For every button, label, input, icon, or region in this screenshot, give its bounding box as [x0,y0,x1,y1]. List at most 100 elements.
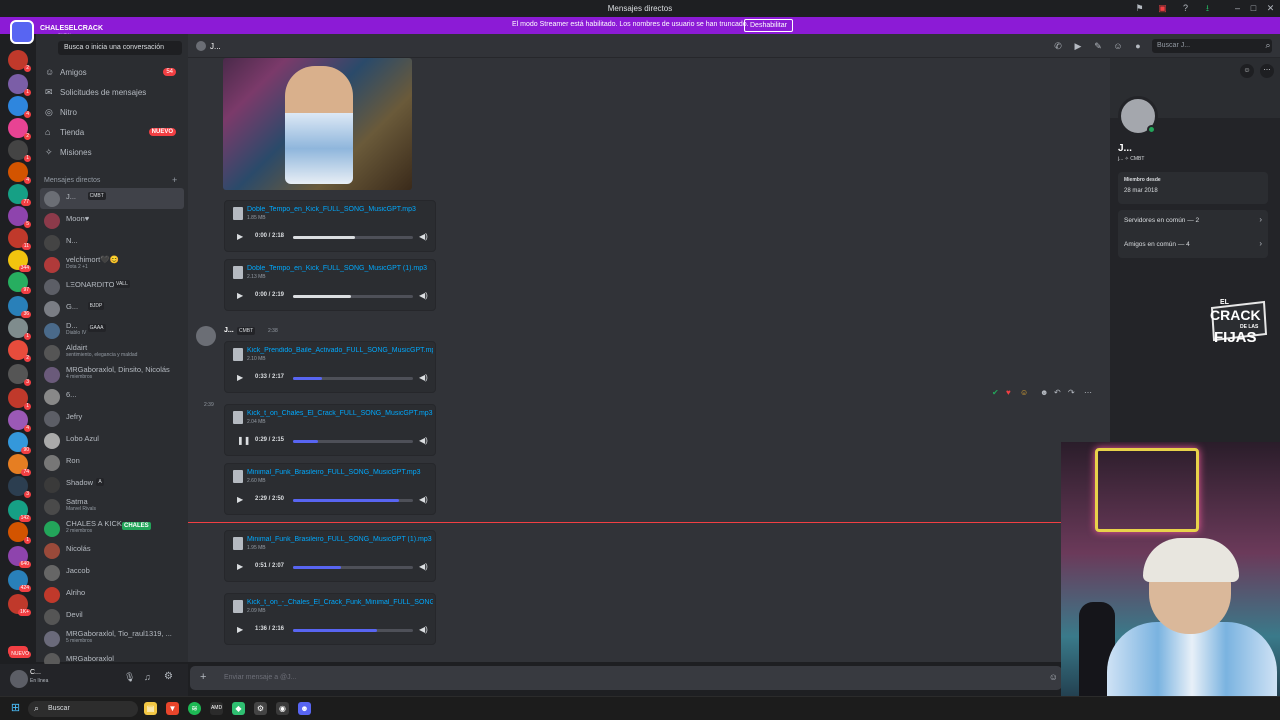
server-icon[interactable]: 1K+ [8,594,31,616]
play-icon[interactable]: ▶ [237,291,243,300]
audio-progress-bar[interactable] [293,236,413,239]
windows-start-icon[interactable]: ⊞ [9,702,22,715]
play-icon[interactable]: ▶ [237,562,243,571]
heart-reaction-icon[interactable]: ♥ [1006,388,1011,397]
add-reaction-icon[interactable]: ☻ [1040,388,1048,397]
microphone-icon[interactable]: 🎙︎ [124,672,135,683]
minimize-icon[interactable]: – [1232,3,1243,14]
create-dm-plus-icon[interactable]: + [172,175,177,185]
play-icon[interactable]: ▶ [237,373,243,382]
volume-icon[interactable]: ◀) [419,232,428,241]
server-icon[interactable]: 640 [8,546,31,568]
file-explorer-icon[interactable]: ▤ [144,702,157,715]
more-options-icon[interactable]: ⋯ [1084,388,1092,397]
nav-shop[interactable]: ⌂ Tienda NUEVO [40,124,184,142]
pinned-messages-icon[interactable]: ✎ [1092,41,1104,52]
server-icon[interactable]: 3 [8,476,31,498]
dm-item[interactable]: Aldairt sentimiento, elegancia y maldad [40,342,184,363]
taskbar-search[interactable]: ⌕ Buscar [28,701,138,717]
add-friend-icon[interactable]: ☺ [1240,64,1254,78]
server-icon[interactable]: 2 [8,340,31,362]
dm-item[interactable]: J... CMBT [40,188,184,209]
volume-icon[interactable]: ◀) [419,495,428,504]
chevron-right-icon[interactable]: › [1259,239,1262,248]
dm-item[interactable]: Ron [40,452,184,473]
chat-search-input[interactable]: Buscar J... [1152,39,1272,53]
check-reaction-icon[interactable]: ✔ [992,388,999,397]
screen-share-icon[interactable]: ▣ [1157,3,1168,14]
audio-progress-bar[interactable] [293,377,413,380]
maximize-icon[interactable]: □ [1248,3,1259,14]
server-icon[interactable]: 11 [8,228,31,250]
audio-file-name[interactable]: Kick_Prendido_Baile_Activado_FULL_SONG_M… [247,347,433,354]
dm-item[interactable]: Shadow A [40,474,184,495]
server-icon[interactable]: 1 [8,522,31,544]
profile-more-icon[interactable]: ⋯ [1260,64,1274,78]
settings-gear-icon[interactable]: ⚙ [164,671,173,682]
add-friends-to-dm-icon[interactable]: ☺ [1112,41,1124,51]
dm-item[interactable]: N... [40,232,184,253]
add-attachment-icon[interactable]: + [200,671,206,683]
server-icon[interactable]: 2 [8,50,31,72]
server-icon[interactable]: 4 [8,96,31,118]
server-icon[interactable]: 344 [8,250,31,272]
server-icon[interactable]: 1 [8,140,31,162]
server-icon[interactable]: 1 [8,74,31,96]
chevron-right-icon[interactable]: › [1259,215,1262,224]
server-icon[interactable]: 3 [8,364,31,386]
audio-file-name[interactable]: Doble_Tempo_en_Kick_FULL_SONG_MusicGPT (… [247,265,433,272]
dm-item[interactable]: Lobo Azul [40,430,184,451]
app-icon[interactable]: ◆ [232,702,245,715]
pause-icon[interactable]: ❚❚ [237,436,250,445]
spotify-icon[interactable]: ≋ [188,702,201,715]
nav-nitro[interactable]: ◎ Nitro [40,104,184,122]
volume-icon[interactable]: ◀) [419,436,428,445]
server-icon[interactable]: 4 [8,162,31,184]
user-avatar[interactable] [10,670,28,688]
dm-item[interactable]: Nicolás [40,540,184,561]
discord-taskbar-icon[interactable]: ☻ [298,702,311,715]
close-icon[interactable]: ✕ [1265,3,1276,14]
mutual-friends[interactable]: Amigos en común — 4 [1124,241,1190,248]
server-icon[interactable]: 36 [8,296,31,318]
audio-progress-bar[interactable] [293,440,413,443]
server-icon[interactable]: 74 [8,454,31,476]
audio-progress-bar[interactable] [293,295,413,298]
nav-message-requests[interactable]: ✉ Solicitudes de mensajes [40,84,184,102]
brave-browser-icon[interactable]: ▼ [166,702,179,715]
audio-progress-bar[interactable] [293,566,413,569]
obs-icon[interactable]: ◉ [276,702,289,715]
message-input[interactable]: + Enviar mensaje a @J... ☺ [190,666,1062,690]
audio-progress-bar[interactable] [293,629,413,632]
message-author-name[interactable]: J... [224,327,234,334]
voice-call-icon[interactable]: ✆ [1052,41,1064,52]
server-icon[interactable]: 97 [8,272,31,294]
play-icon[interactable]: ▶ [237,625,243,634]
server-icon[interactable]: 77 [8,184,31,206]
home-icon[interactable] [10,20,34,44]
dm-item[interactable]: Jaccob [40,562,184,583]
server-icon[interactable]: 2 [8,118,31,140]
conversation-search-input[interactable]: Busca o inicia una conversación [58,41,182,55]
server-icon[interactable]: NUEVO [8,646,31,658]
dm-item[interactable]: Alriho [40,584,184,605]
user-profile-icon[interactable]: ● [1132,41,1144,51]
reply-icon[interactable]: ↶ [1054,388,1061,397]
play-icon[interactable]: ▶ [237,495,243,504]
server-icon[interactable]: 90 [8,432,31,454]
dm-item[interactable]: MRGaboraxlol, Dinsito, Nicolás 4 miembros [40,364,184,385]
audio-file-name[interactable]: Kick_t_on_Chales_El_Crack_FULL_SONG_Musi… [247,410,433,417]
headphones-icon[interactable]: ♫ [144,672,151,682]
volume-icon[interactable]: ◀) [419,373,428,382]
audio-file-name[interactable]: Minimal_Funk_Brasileiro_FULL_SONG_MusicG… [247,469,433,476]
dm-item[interactable]: LΞONARDITO VALL [40,276,184,297]
dm-item[interactable]: velchimort🖤😊 Dota 2 +1 [40,254,184,275]
dm-item[interactable]: G... BJDP [40,298,184,319]
audio-file-name[interactable]: Doble_Tempo_en_Kick_FULL_SONG_MusicGPT.m… [247,206,433,213]
dm-item[interactable]: Satma Marvel Rivals [40,496,184,517]
nav-quests[interactable]: ✧ Misiones [40,144,184,162]
nav-friends[interactable]: ☺ Amigos 54 [40,64,184,82]
server-icon[interactable]: 142 [8,500,31,522]
dm-item[interactable]: D... Diablo IV GAAA [40,320,184,341]
help-icon[interactable]: ? [1180,3,1191,14]
